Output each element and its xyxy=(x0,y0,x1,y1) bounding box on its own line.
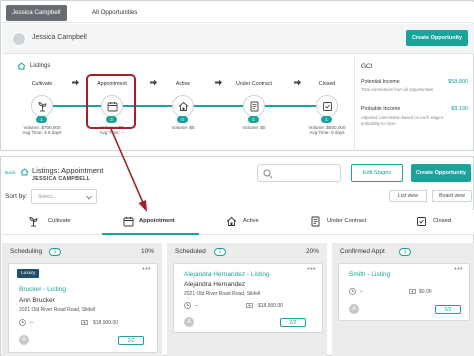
annotation-arrow xyxy=(110,128,147,212)
